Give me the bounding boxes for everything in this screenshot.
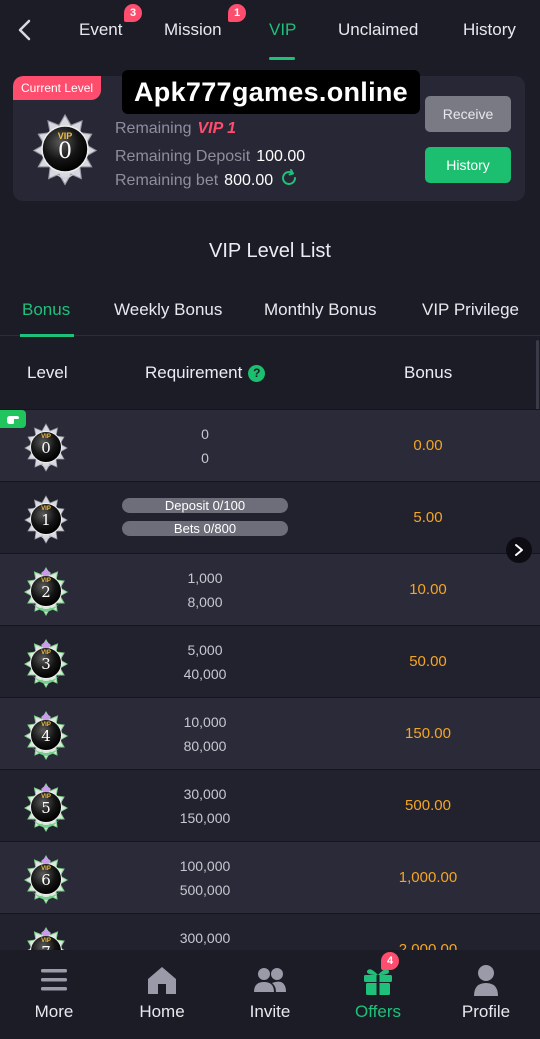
vip-7-emblem-icon: VIP 7 (21, 926, 71, 950)
person-icon (468, 962, 504, 998)
vip-4-emblem-icon: VIP 4 (21, 710, 71, 760)
bonus-value: 150.00 (405, 725, 451, 742)
remaining-vip-line: Remaining VIP 1 (115, 120, 237, 137)
event-badge: 3 (124, 4, 142, 22)
mission-badge: 1 (228, 4, 246, 22)
bottom-nav: More Home Invite 4 Offers Profile (0, 950, 540, 1039)
bets-progress-pill: Bets 0/800 (122, 521, 288, 536)
tab-event[interactable]: Event (79, 0, 122, 60)
requirement-deposit: 1,000 (187, 570, 223, 586)
back-arrow-icon[interactable] (12, 16, 36, 44)
requirement-bet: 80,000 (183, 738, 227, 754)
tab-unclaimed[interactable]: Unclaimed (338, 0, 418, 60)
requirement-bet: 40,000 (183, 666, 227, 682)
chevron-right-icon[interactable] (506, 537, 532, 563)
nav-offers[interactable]: 4 Offers (324, 950, 432, 1039)
table-row: VIP 7 300,000 2,000.00 (0, 913, 540, 950)
subtab-weekly-bonus[interactable]: Weekly Bonus (114, 300, 222, 320)
home-icon (144, 962, 180, 998)
requirement-bet: 8,000 (187, 594, 223, 610)
requirement-deposit: 10,000 (183, 714, 227, 730)
bonus-value: 500.00 (405, 797, 451, 814)
requirement-deposit: 0 (201, 426, 209, 442)
vip-2-emblem-icon: VIP 2 (21, 566, 71, 616)
tab-vip[interactable]: VIP (269, 0, 296, 60)
table-row: VIP 2 1,000 8,000 10.00 (0, 553, 540, 625)
nav-home-label: Home (139, 1002, 185, 1021)
table-row: VIP 6 100,000 500,000 1,000.00 (0, 841, 540, 913)
header-requirement: Requirement ? (145, 363, 266, 383)
tab-history[interactable]: History (463, 0, 516, 60)
people-icon (252, 962, 288, 998)
tab-mission[interactable]: Mission (164, 0, 222, 60)
vip-emblem-icon: VIP 0 (28, 112, 102, 186)
current-level-pointer-icon (0, 410, 26, 428)
subtab-bonus[interactable]: Bonus (22, 300, 70, 320)
bonus-value: 2,000.00 (398, 941, 458, 950)
vip-0-emblem-icon: VIP 0 (21, 422, 71, 472)
nav-more[interactable]: More (0, 950, 108, 1039)
deposit-progress-pill: Deposit 0/100 (122, 498, 288, 513)
bonus-value: 50.00 (409, 653, 447, 670)
nav-invite-label: Invite (249, 1002, 291, 1021)
nav-profile-label: Profile (461, 1002, 511, 1021)
table-row: VIP 1 Deposit 0/100 Bets 0/800 5.00 (0, 481, 540, 553)
subtab-vip-privilege[interactable]: VIP Privilege (422, 300, 519, 320)
requirement-deposit: 30,000 (183, 786, 227, 802)
nav-invite[interactable]: Invite (216, 950, 324, 1039)
offers-badge: 4 (381, 952, 399, 970)
watermark-banner: Apk777games.online (122, 70, 421, 114)
requirement-deposit: 300,000 (179, 930, 231, 946)
receive-button[interactable]: Receive (425, 96, 511, 132)
menu-icon (36, 962, 72, 998)
table-header: Level Requirement ? Bonus (0, 337, 540, 409)
vip-5-emblem-icon: VIP 5 (21, 782, 71, 832)
table-row: VIP 4 10,000 80,000 150.00 (0, 697, 540, 769)
header-bonus: Bonus (404, 363, 453, 382)
remaining-bet-line: Remaining bet 800.00 (115, 168, 299, 193)
requirement-bet: 0 (201, 450, 209, 466)
nav-offers-label: Offers (355, 1002, 401, 1021)
current-level-tag: Current Level (13, 76, 102, 100)
help-icon[interactable]: ? (248, 364, 266, 382)
bonus-value: 10.00 (409, 581, 447, 598)
vip-1-emblem-icon: VIP 1 (21, 494, 71, 544)
requirement-bet: 150,000 (179, 810, 231, 826)
bonus-value: 5.00 (413, 509, 443, 526)
requirement-deposit: 5,000 (187, 642, 223, 658)
remaining-deposit-line: Remaining Deposit 100.00 (115, 148, 306, 165)
top-nav: Event 3 Mission 1 VIP Unclaimed History (0, 0, 540, 60)
header-level: Level (27, 363, 68, 382)
requirement-deposit: 100,000 (179, 858, 231, 874)
subtab-divider (0, 335, 540, 336)
nav-more-label: More (34, 1002, 74, 1021)
subtab-monthly-bonus[interactable]: Monthly Bonus (264, 300, 376, 320)
refresh-icon[interactable] (279, 168, 299, 193)
nav-home[interactable]: Home (108, 950, 216, 1039)
bonus-value: 0.00 (413, 437, 443, 454)
vip-level-list-title: VIP Level List (209, 240, 331, 262)
nav-profile[interactable]: Profile (432, 950, 540, 1039)
vip-3-emblem-icon: VIP 3 (21, 638, 71, 688)
requirement-bet: 500,000 (179, 882, 231, 898)
bonus-value: 1,000.00 (398, 869, 458, 886)
table-row: VIP 5 30,000 150,000 500.00 (0, 769, 540, 841)
vip-6-emblem-icon: VIP 6 (21, 854, 71, 904)
active-tab-indicator (269, 57, 295, 60)
vip-level-table: VIP 0 0 0 0.00 VIP 1 Deposit 0/100 Bets … (0, 409, 540, 950)
table-row: VIP 3 5,000 40,000 50.00 (0, 625, 540, 697)
table-row: VIP 0 0 0 0.00 (0, 409, 540, 481)
history-button[interactable]: History (425, 147, 511, 183)
